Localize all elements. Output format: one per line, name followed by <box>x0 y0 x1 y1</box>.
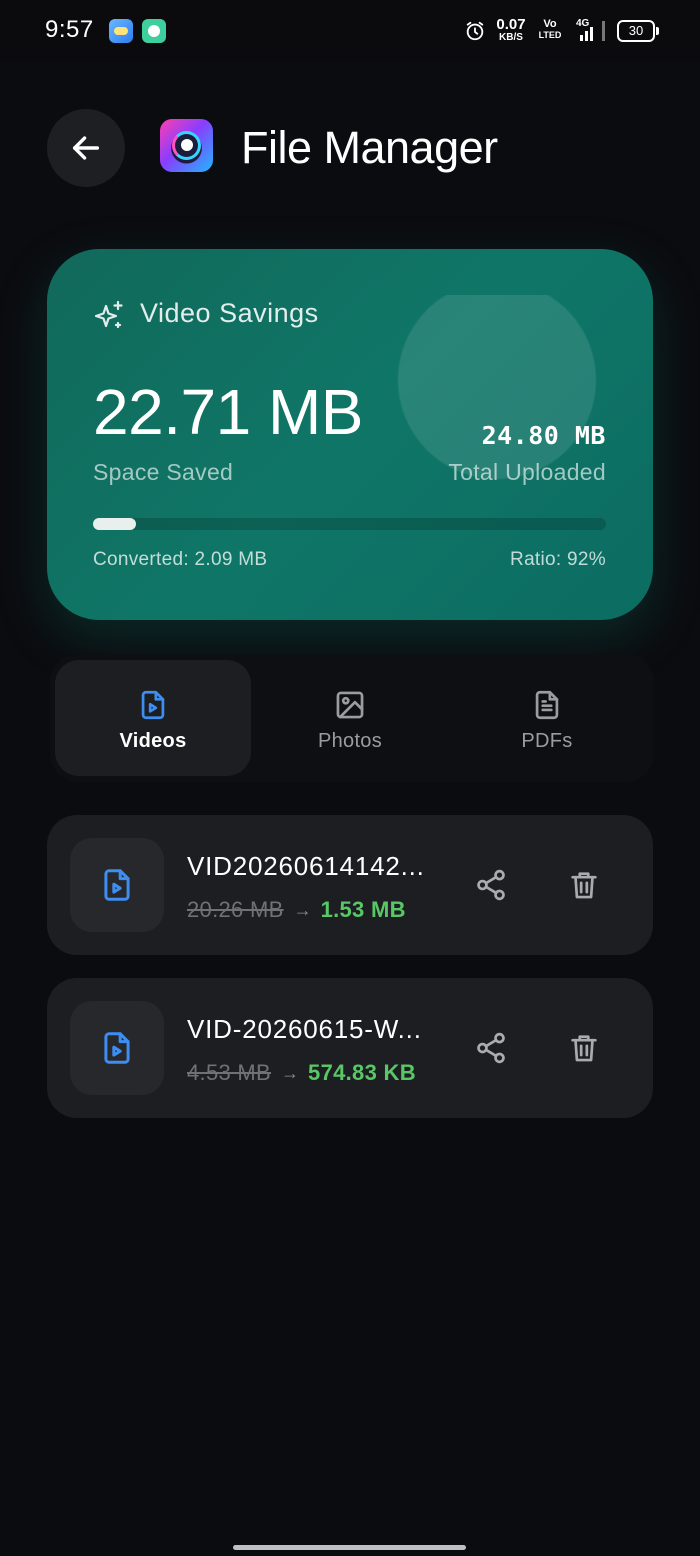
savings-card: Video Savings 22.71 MB Space Saved 24.80… <box>47 249 653 620</box>
volte-indicator: Vo LTED <box>537 19 563 40</box>
file-sizes: 20.26 MB → 1.53 MB <box>187 897 406 923</box>
document-icon <box>535 690 559 720</box>
tab-photos[interactable]: Photos <box>252 660 448 776</box>
page-title: File Manager <box>241 122 498 173</box>
arrow-right-icon: → <box>293 899 312 920</box>
original-size: 20.26 MB <box>187 897 284 922</box>
net-speed-value: 0.07 <box>496 16 526 33</box>
battery-level: 30 <box>628 23 644 38</box>
tab-videos[interactable]: Videos <box>55 660 251 776</box>
total-uploaded-label: Total Uploaded <box>448 459 606 485</box>
compressed-size: 574.83 KB <box>308 1060 416 1085</box>
share-button[interactable] <box>467 1024 515 1072</box>
savings-progress-fill <box>93 518 137 530</box>
weather-app-icon <box>109 19 133 43</box>
chat-app-icon <box>142 19 166 43</box>
home-indicator[interactable] <box>233 1545 466 1550</box>
space-saved-label: Space Saved <box>93 459 234 485</box>
back-button[interactable] <box>47 109 125 187</box>
volte-top: Vo <box>543 18 557 30</box>
share-icon <box>477 869 505 901</box>
status-bar: 9:57 0.07 KB/S Vo LTED 4G 30 <box>0 0 700 62</box>
compressed-size: 1.53 MB <box>320 897 406 922</box>
savings-progress-bar <box>93 518 606 530</box>
net-speed-unit: KB/S <box>499 32 523 43</box>
video-file-icon <box>104 869 130 901</box>
tab-label: Photos <box>317 730 383 752</box>
sparkle-icon <box>94 300 123 329</box>
net-speed: 0.07 KB/S <box>495 17 527 43</box>
file-name: VID20260614142... <box>187 851 425 881</box>
original-size: 4.53 MB <box>187 1060 272 1085</box>
total-uploaded-value: 24.80 MB <box>481 421 606 450</box>
file-row[interactable]: VID-20260615-W... 4.53 MB → 574.83 KB <box>47 978 653 1118</box>
image-icon <box>336 691 364 719</box>
file-thumbnail <box>70 838 164 932</box>
video-file-icon <box>104 1032 130 1064</box>
status-time: 9:57 <box>45 16 94 43</box>
trash-icon <box>571 872 597 899</box>
file-thumbnail <box>70 1001 164 1095</box>
arrow-right-icon: → <box>281 1062 300 1083</box>
volte-bottom: LTED <box>538 30 562 40</box>
file-row[interactable]: VID20260614142... 20.26 MB → 1.53 MB <box>47 815 653 955</box>
savings-title: Video Savings <box>140 298 319 328</box>
file-manager-logo <box>160 119 213 172</box>
video-file-icon <box>141 690 165 720</box>
file-sizes: 4.53 MB → 574.83 KB <box>187 1060 416 1086</box>
delete-button[interactable] <box>560 1024 608 1072</box>
battery-icon: 30 <box>617 20 659 42</box>
alarm-icon <box>466 21 484 41</box>
delete-button[interactable] <box>560 861 608 909</box>
space-saved-value: 22.71 MB <box>93 376 363 448</box>
tab-label: PDFs <box>521 730 573 752</box>
converted-text: Converted: 2.09 MB <box>93 549 268 570</box>
trash-icon <box>571 1035 597 1062</box>
ratio-text: Ratio: 92% <box>510 549 606 570</box>
tab-pdfs[interactable]: PDFs <box>449 660 645 776</box>
file-name: VID-20260615-W... <box>187 1014 422 1044</box>
share-button[interactable] <box>467 861 515 909</box>
tab-label: Videos <box>119 730 187 752</box>
file-type-tabs: Videos Photos PDFs <box>50 654 654 782</box>
signal-icon <box>580 21 605 41</box>
arrow-left-icon <box>72 136 100 160</box>
share-icon <box>477 1032 505 1064</box>
